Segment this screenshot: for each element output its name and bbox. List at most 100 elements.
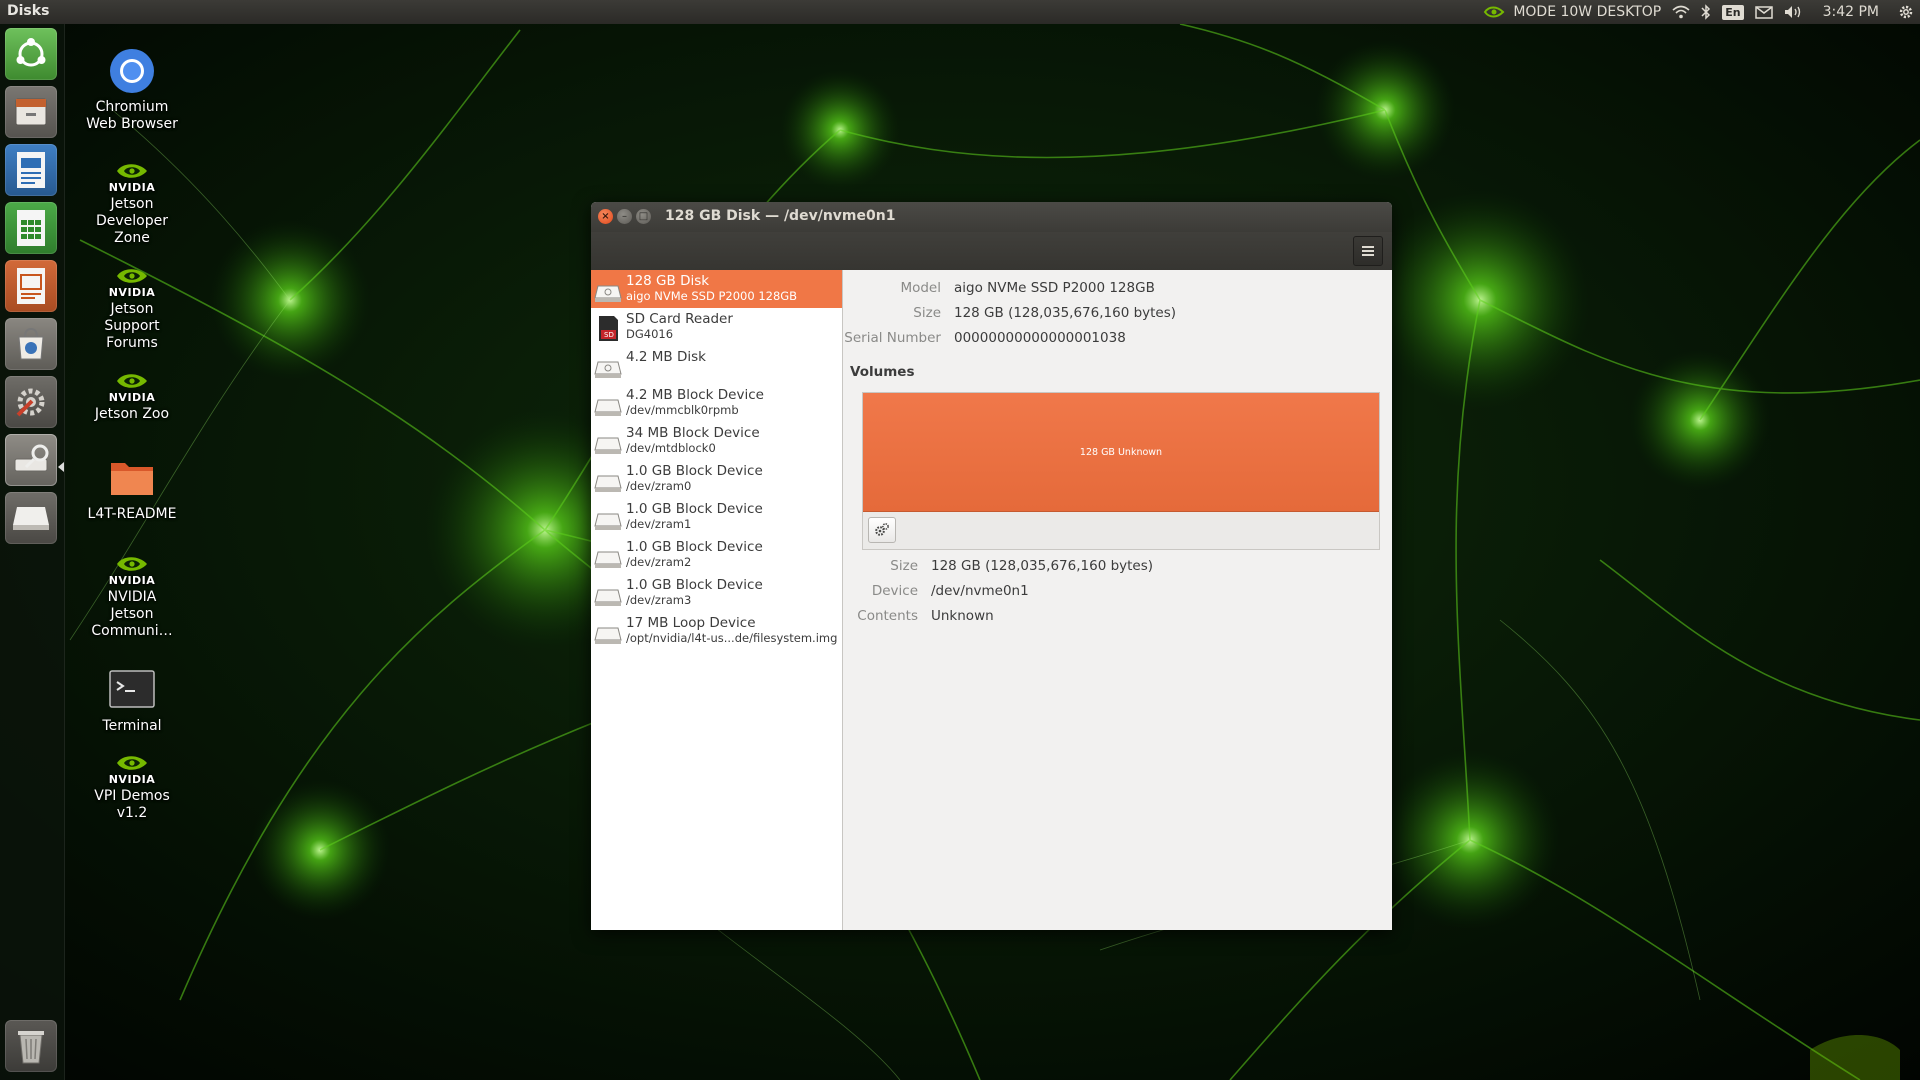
device-subtitle: /dev/zram0 bbox=[626, 479, 692, 493]
drive-icon bbox=[13, 507, 49, 530]
device-row-mmcblk0rpmb[interactable]: 4.2 MB Block Device /dev/mmcblk0rpmb bbox=[591, 384, 842, 422]
nvidia-icon: NVIDIA bbox=[109, 371, 155, 404]
drive-serial-label: Serial Number bbox=[844, 330, 941, 346]
nvidia-icon bbox=[1484, 6, 1505, 18]
impress-presentation-icon bbox=[17, 268, 45, 304]
top-panel: Disks MODE 10W DESKTOP En 3:42 PM bbox=[0, 0, 1920, 24]
desktop-icon-label: Chromium Web Browser bbox=[86, 99, 178, 132]
device-row-zram2[interactable]: 1.0 GB Block Device /dev/zram2 bbox=[591, 536, 842, 574]
minimize-button[interactable]: – bbox=[617, 209, 632, 224]
session-indicator[interactable] bbox=[1898, 4, 1914, 20]
clock[interactable]: 3:42 PM bbox=[1823, 4, 1879, 20]
device-name: 1.0 GB Block Device bbox=[626, 463, 763, 479]
device-row-zram0[interactable]: 1.0 GB Block Device /dev/zram0 bbox=[591, 460, 842, 498]
desktop-icon-label: L4T-README bbox=[87, 506, 177, 522]
maximize-icon: □ bbox=[638, 210, 649, 222]
drive-serial-value: 00000000000000001038 bbox=[954, 330, 1126, 346]
launcher-files-button[interactable] bbox=[5, 86, 57, 138]
minimize-icon: – bbox=[622, 210, 627, 222]
desktop-icon-terminal[interactable]: Terminal bbox=[84, 664, 180, 735]
desktop-icon-l4t-readme[interactable]: L4T-README bbox=[84, 452, 180, 523]
app-menu-button[interactable] bbox=[1353, 236, 1383, 266]
volume-map: 128 GB Unknown bbox=[862, 392, 1380, 550]
launcher-drive-button[interactable] bbox=[5, 492, 57, 544]
keyboard-layout-label: En bbox=[1722, 4, 1744, 20]
block-device-icon bbox=[594, 627, 622, 644]
volume-device-row: Device /dev/nvme0n1 bbox=[843, 583, 1392, 601]
device-name: 128 GB Disk bbox=[626, 273, 710, 289]
desktop-icon-nvidia-jetson-community[interactable]: NVIDIA NVIDIA Jetson Communi… bbox=[84, 553, 180, 640]
messaging-indicator[interactable] bbox=[1754, 5, 1773, 19]
partition-options-button[interactable] bbox=[868, 517, 896, 543]
nvidia-icon: NVIDIA bbox=[109, 266, 155, 299]
desktop-icon-label: VPI Demos v1.2 bbox=[94, 788, 170, 821]
launcher-trash-button[interactable] bbox=[5, 1020, 57, 1072]
disks-utility-icon bbox=[14, 444, 49, 472]
block-device-icon bbox=[594, 589, 622, 606]
svg-text:SD: SD bbox=[604, 331, 614, 339]
drive-model-value: aigo NVMe SSD P2000 128GB bbox=[954, 280, 1155, 296]
device-subtitle: /dev/mmcblk0rpmb bbox=[626, 403, 739, 417]
drive-model-label: Model bbox=[900, 280, 941, 296]
launcher-writer-button[interactable] bbox=[5, 144, 57, 196]
gears-icon bbox=[875, 523, 889, 536]
block-device-icon bbox=[594, 513, 622, 530]
device-row-128gb-disk[interactable]: 128 GB Disk aigo NVMe SSD P2000 128GB bbox=[591, 270, 842, 308]
device-row-loop-device[interactable]: 17 MB Loop Device /opt/nvidia/l4t-us...d… bbox=[591, 612, 842, 650]
window-titlebar[interactable]: × – □ 128 GB Disk — /dev/nvme0n1 bbox=[591, 202, 1392, 232]
volume-size-value: 128 GB (128,035,676,160 bytes) bbox=[931, 558, 1154, 574]
device-subtitle: /dev/zram3 bbox=[626, 593, 692, 607]
desktop-icon-jetson-support-forums[interactable]: NVIDIA Jetson Support Forums bbox=[84, 265, 180, 352]
device-row-mtdblock0[interactable]: 34 MB Block Device /dev/mtdblock0 bbox=[591, 422, 842, 460]
drive-size-label: Size bbox=[913, 305, 941, 321]
sound-indicator[interactable] bbox=[1784, 5, 1804, 19]
desktop-icon-label: Terminal bbox=[102, 718, 162, 734]
desktop-icon-jetson-developer-zone[interactable]: NVIDIA Jetson Developer Zone bbox=[84, 160, 180, 247]
desktop-icon-label: Jetson Zoo bbox=[94, 406, 170, 422]
device-name: 1.0 GB Block Device bbox=[626, 577, 763, 593]
maximize-button[interactable]: □ bbox=[636, 209, 651, 224]
device-row-zram3[interactable]: 1.0 GB Block Device /dev/zram3 bbox=[591, 574, 842, 612]
device-row-sd-card-reader[interactable]: SD SD Card Reader DG4016 bbox=[591, 308, 842, 346]
desktop-icon-jetson-zoo[interactable]: NVIDIA Jetson Zoo bbox=[84, 370, 180, 423]
close-button[interactable]: × bbox=[598, 209, 613, 224]
settings-gear-icon bbox=[1899, 5, 1913, 19]
block-device-icon bbox=[594, 475, 622, 492]
drive-serial-row: Serial Number 00000000000000001038 bbox=[843, 330, 1392, 348]
desktop-icon-vpi-demos[interactable]: NVIDIA VPI Demos v1.2 bbox=[84, 752, 180, 822]
device-name: SD Card Reader bbox=[626, 311, 733, 327]
device-row-4mb-disk[interactable]: 4.2 MB Disk bbox=[591, 346, 842, 384]
keyboard-indicator[interactable]: En bbox=[1722, 4, 1744, 20]
desktop-icon-chromium[interactable]: Chromium Web Browser bbox=[84, 45, 180, 133]
launcher-settings-button[interactable] bbox=[5, 376, 57, 428]
desktop-icon-label: Jetson Developer Zone bbox=[95, 196, 168, 246]
block-device-icon bbox=[594, 399, 622, 416]
desktop-icon-label: Jetson Support Forums bbox=[104, 301, 160, 351]
device-subtitle: /opt/nvidia/l4t-us...de/filesystem.img bbox=[626, 631, 838, 645]
launcher-disks-button[interactable] bbox=[5, 434, 57, 486]
nvidia-icon: NVIDIA bbox=[109, 161, 155, 194]
block-device-icon bbox=[594, 551, 622, 568]
system-settings-icon bbox=[16, 388, 45, 417]
launcher-software-button[interactable] bbox=[5, 318, 57, 370]
device-name: 34 MB Block Device bbox=[626, 425, 760, 441]
network-indicator[interactable] bbox=[1672, 5, 1690, 19]
device-row-zram1[interactable]: 1.0 GB Block Device /dev/zram1 bbox=[591, 498, 842, 536]
nvidia-icon: NVIDIA bbox=[109, 554, 155, 587]
volumes-heading: Volumes bbox=[850, 364, 915, 380]
disk-icon bbox=[594, 361, 622, 378]
folder-icon bbox=[111, 463, 153, 495]
sd-card-icon: SD bbox=[599, 316, 618, 341]
device-name: 4.2 MB Block Device bbox=[626, 387, 764, 403]
power-mode-indicator[interactable]: MODE 10W DESKTOP bbox=[1483, 4, 1661, 20]
launcher-impress-button[interactable] bbox=[5, 260, 57, 312]
launcher-calc-button[interactable] bbox=[5, 202, 57, 254]
volume-icon bbox=[1784, 6, 1800, 18]
drive-model-row: Model aigo NVMe SSD P2000 128GB bbox=[843, 280, 1392, 298]
drive-size-value: 128 GB (128,035,676,160 bytes) bbox=[954, 305, 1177, 321]
volume-partition-block[interactable]: 128 GB Unknown bbox=[863, 393, 1379, 512]
launcher-dash-button[interactable] bbox=[5, 28, 57, 80]
volume-size-label: Size bbox=[890, 558, 918, 574]
bluetooth-indicator[interactable] bbox=[1701, 4, 1711, 20]
active-app-arrow bbox=[58, 462, 64, 472]
